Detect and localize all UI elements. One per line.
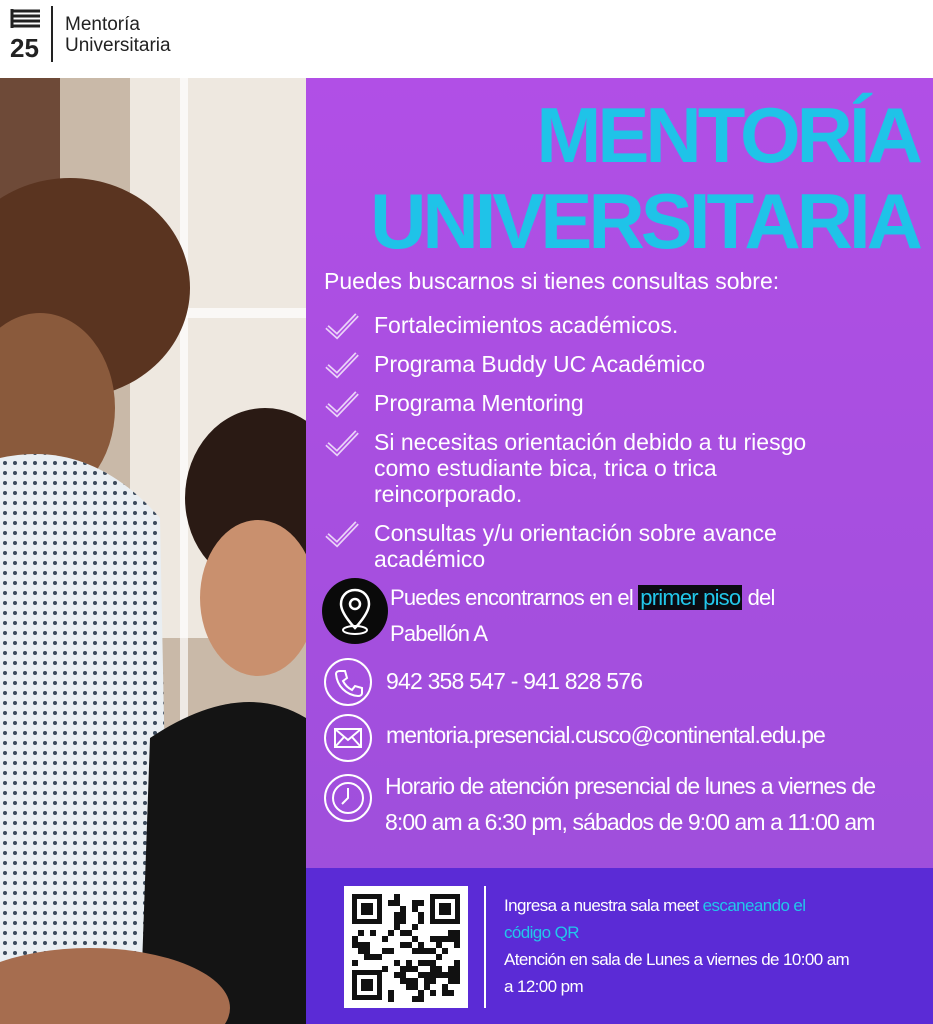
brand-line2: Universitaria (65, 35, 171, 56)
brand-line1: Mentoría (65, 14, 140, 35)
meet-text: Ingresa a nuestra sala meet escaneando e… (504, 892, 914, 1000)
topic-text: Si necesitas orientación debido a tu rie… (374, 429, 807, 507)
brand-name: Mentoría Universitaria (65, 14, 171, 56)
mail-icon (324, 714, 372, 762)
check-icon (325, 521, 359, 548)
hours-line1: Horario de atención presencial de lunes … (385, 773, 876, 799)
photo-students (0, 78, 306, 1024)
logo-divider (51, 6, 53, 62)
topic-text: Programa Mentoring (374, 390, 584, 416)
meet-band: Ingresa a nuestra sala meet escaneando e… (306, 868, 933, 1024)
list-item: Si necesitas orientación debido a tu rie… (324, 429, 854, 507)
topic-text: Fortalecimientos académicos. (374, 312, 679, 338)
meet-line2-highlight: código QR (504, 923, 580, 942)
qr-code[interactable] (344, 886, 468, 1008)
location-text: Puedes encontrarnos en el primer piso de… (390, 580, 775, 652)
continental-logo-icon: 25 (10, 9, 40, 63)
meet-line4: a 12:00 pm (504, 977, 584, 996)
list-item: Fortalecimientos académicos. (324, 312, 924, 340)
check-icon (325, 352, 359, 379)
check-icon (325, 313, 359, 340)
meet-line1-highlight: escaneando el (702, 896, 806, 915)
poster-title: MENTORÍA UNIVERSITARIA (370, 91, 923, 265)
list-item: Programa Mentoring (324, 390, 924, 418)
location-pre: Puedes encontrarnos en el (390, 585, 634, 610)
photo-illustration (0, 78, 306, 1024)
logo-number: 25 (10, 33, 39, 63)
location-post: del (747, 585, 776, 610)
title-line2: UNIVERSITARIA (370, 177, 923, 265)
location-line2: Pabellón A (390, 621, 488, 646)
meet-line1: Ingresa a nuestra sala meet (504, 896, 699, 915)
intro-text: Puedes buscarnos si tienes consultas sob… (324, 268, 780, 294)
location-highlight: primer piso (638, 585, 743, 610)
check-icon (325, 391, 359, 418)
location-pin-icon (322, 578, 388, 644)
phone-icon (324, 658, 372, 706)
email-address[interactable]: mentoria.presencial.cusco@continental.ed… (386, 722, 826, 749)
clock-icon (324, 774, 372, 822)
check-icon (325, 430, 359, 457)
topic-text: Consultas y/u orientación sobre avance a… (374, 520, 777, 572)
topics-list: Fortalecimientos académicos. Programa Bu… (324, 312, 924, 585)
header: 25 Mentoría Universitaria (0, 0, 933, 78)
list-item: Consultas y/u orientación sobre avance a… (324, 520, 854, 572)
list-item: Programa Buddy UC Académico (324, 351, 924, 379)
info-panel: MENTORÍA UNIVERSITARIA Puedes buscarnos … (306, 78, 933, 868)
band-divider (484, 886, 486, 1008)
phone-numbers: 942 358 547 - 941 828 576 (386, 668, 643, 694)
topic-text: Programa Buddy UC Académico (374, 351, 706, 377)
title-line1: MENTORÍA (536, 91, 923, 179)
meet-line3: Atención en sala de Lunes a viernes de 1… (504, 950, 850, 969)
hours-text: Horario de atención presencial de lunes … (385, 768, 876, 840)
hours-line2: 8:00 am a 6:30 pm, sábados de 9:00 am a … (385, 809, 875, 835)
